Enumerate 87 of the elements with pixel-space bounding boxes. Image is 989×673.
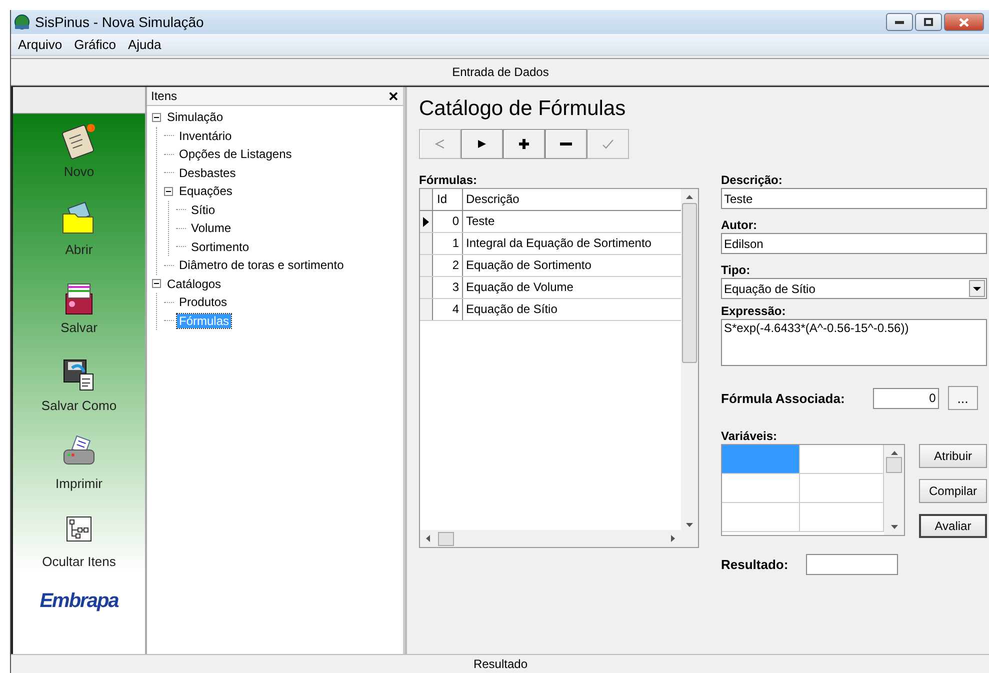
up-arrow-icon (686, 195, 693, 199)
tree-item[interactable]: Diâmetro de toras e sortimento (177, 258, 346, 272)
table-cell-text: Integral da Equação de Sortimento (465, 235, 652, 252)
plus-icon (517, 138, 531, 150)
field-label: Resultado: (721, 557, 788, 572)
input-field[interactable] (806, 554, 898, 575)
sidebar-button[interactable]: Salvar (60, 320, 98, 335)
menu-item[interactable]: Gráfico (69, 37, 121, 52)
menu-item[interactable]: Arquivo (13, 37, 68, 52)
sidebar-button[interactable]: Abrir (65, 242, 93, 257)
panel-title: Itens (151, 89, 178, 103)
check-icon (601, 138, 615, 150)
table-cell: 3 (433, 277, 463, 298)
field-label: Autor: (721, 217, 758, 233)
dropdown-arrow-icon (973, 286, 981, 290)
input-field[interactable]: S*exp(-4.6433*(A^-0.56-15^-0.56)) (721, 319, 987, 366)
nav-button[interactable] (461, 129, 503, 159)
tree-item[interactable]: Opções de Listagens (177, 147, 294, 162)
close-icon (959, 18, 969, 26)
field-label: Fórmulas: (419, 172, 478, 188)
window-title: SisPinus - Nova Simulação (35, 14, 205, 30)
nav-button[interactable] (503, 129, 545, 159)
input-field[interactable]: Edilson (721, 233, 987, 254)
input-field[interactable]: Teste (721, 188, 987, 209)
sidebar-button[interactable]: Ocultar Itens (42, 554, 116, 569)
action-button[interactable]: Compilar (919, 479, 987, 503)
expander-icon[interactable] (152, 112, 161, 122)
field-label: Variáveis: (721, 428, 778, 444)
expander-icon[interactable] (164, 186, 173, 196)
table-cell[interactable] (722, 445, 800, 474)
tree-item[interactable]: Sítio (189, 202, 218, 217)
tree-item[interactable]: Inventário (177, 128, 234, 143)
scroll-thumb[interactable] (438, 532, 454, 546)
field-label: Descrição: (721, 172, 784, 188)
action-button[interactable]: Avaliar (919, 514, 987, 538)
logo: Embrapa (38, 589, 120, 614)
tree-item[interactable]: Sortimento (189, 240, 252, 254)
table-cell[interactable] (722, 503, 800, 532)
field-label: Tipo: (721, 262, 752, 278)
table-cell: 2 (433, 255, 463, 276)
row-header[interactable] (420, 211, 433, 232)
scroll-thumb[interactable] (886, 457, 902, 473)
column-header: Id (433, 189, 463, 210)
browse-button[interactable]: ... (948, 386, 978, 410)
column-header: Descrição (465, 191, 520, 208)
input-field[interactable]: 0 (872, 388, 939, 408)
tree-item[interactable]: Catálogos (165, 276, 224, 291)
horizontal-scrollbar[interactable] (420, 530, 681, 547)
sidebar-button[interactable]: Novo (64, 164, 94, 179)
page-title: Catálogo de Fórmulas (419, 97, 627, 122)
tree-item[interactable]: Simulação (165, 110, 226, 124)
expander-icon[interactable] (152, 279, 161, 288)
table-cell[interactable] (722, 474, 800, 503)
down-arrow-icon (686, 523, 693, 527)
scroll-thumb[interactable] (682, 203, 697, 363)
row-pointer-icon (423, 216, 429, 226)
action-button[interactable]: Atribuir (919, 444, 987, 468)
menu-item[interactable]: Ajuda (122, 37, 166, 52)
tree-item[interactable]: Volume (189, 221, 234, 236)
up-arrow-icon (890, 451, 898, 455)
nav-button[interactable] (545, 129, 587, 159)
field-label: Fórmula Associada: (721, 390, 845, 406)
vertical-scrollbar[interactable] (681, 189, 698, 547)
table-cell-text: Equação de Sortimento (465, 257, 592, 274)
dropdown[interactable]: Equação de Sítio (721, 278, 987, 299)
minimize-button[interactable] (886, 13, 913, 31)
maximize-button[interactable] (915, 13, 942, 31)
close-button[interactable] (944, 13, 984, 31)
table-cell-text: Teste (465, 213, 496, 230)
field-label: Expressão: (721, 303, 787, 319)
sidebar-button[interactable]: Salvar Como (41, 398, 117, 413)
table-cell-text: Equação de Volume (465, 279, 574, 296)
tree-item[interactable]: Equações (177, 184, 234, 198)
close-button[interactable]: ✕ (388, 88, 399, 104)
down-arrow-icon (890, 525, 898, 529)
table-cell: 0 (433, 211, 463, 232)
table-cell-text: Equação de Sítio (465, 301, 558, 318)
tree-item[interactable]: Produtos (177, 295, 230, 310)
left-arrow-icon (426, 535, 430, 542)
right-arrow-icon (671, 535, 675, 542)
minimize-icon (895, 20, 904, 24)
table-cell: 1 (433, 233, 463, 254)
tree-item[interactable]: Desbastes (177, 166, 238, 180)
maximize-icon (924, 18, 933, 26)
table-cell: 4 (433, 299, 463, 320)
vertical-scrollbar[interactable] (884, 445, 904, 535)
sidebar-button[interactable]: Imprimir (56, 476, 102, 491)
